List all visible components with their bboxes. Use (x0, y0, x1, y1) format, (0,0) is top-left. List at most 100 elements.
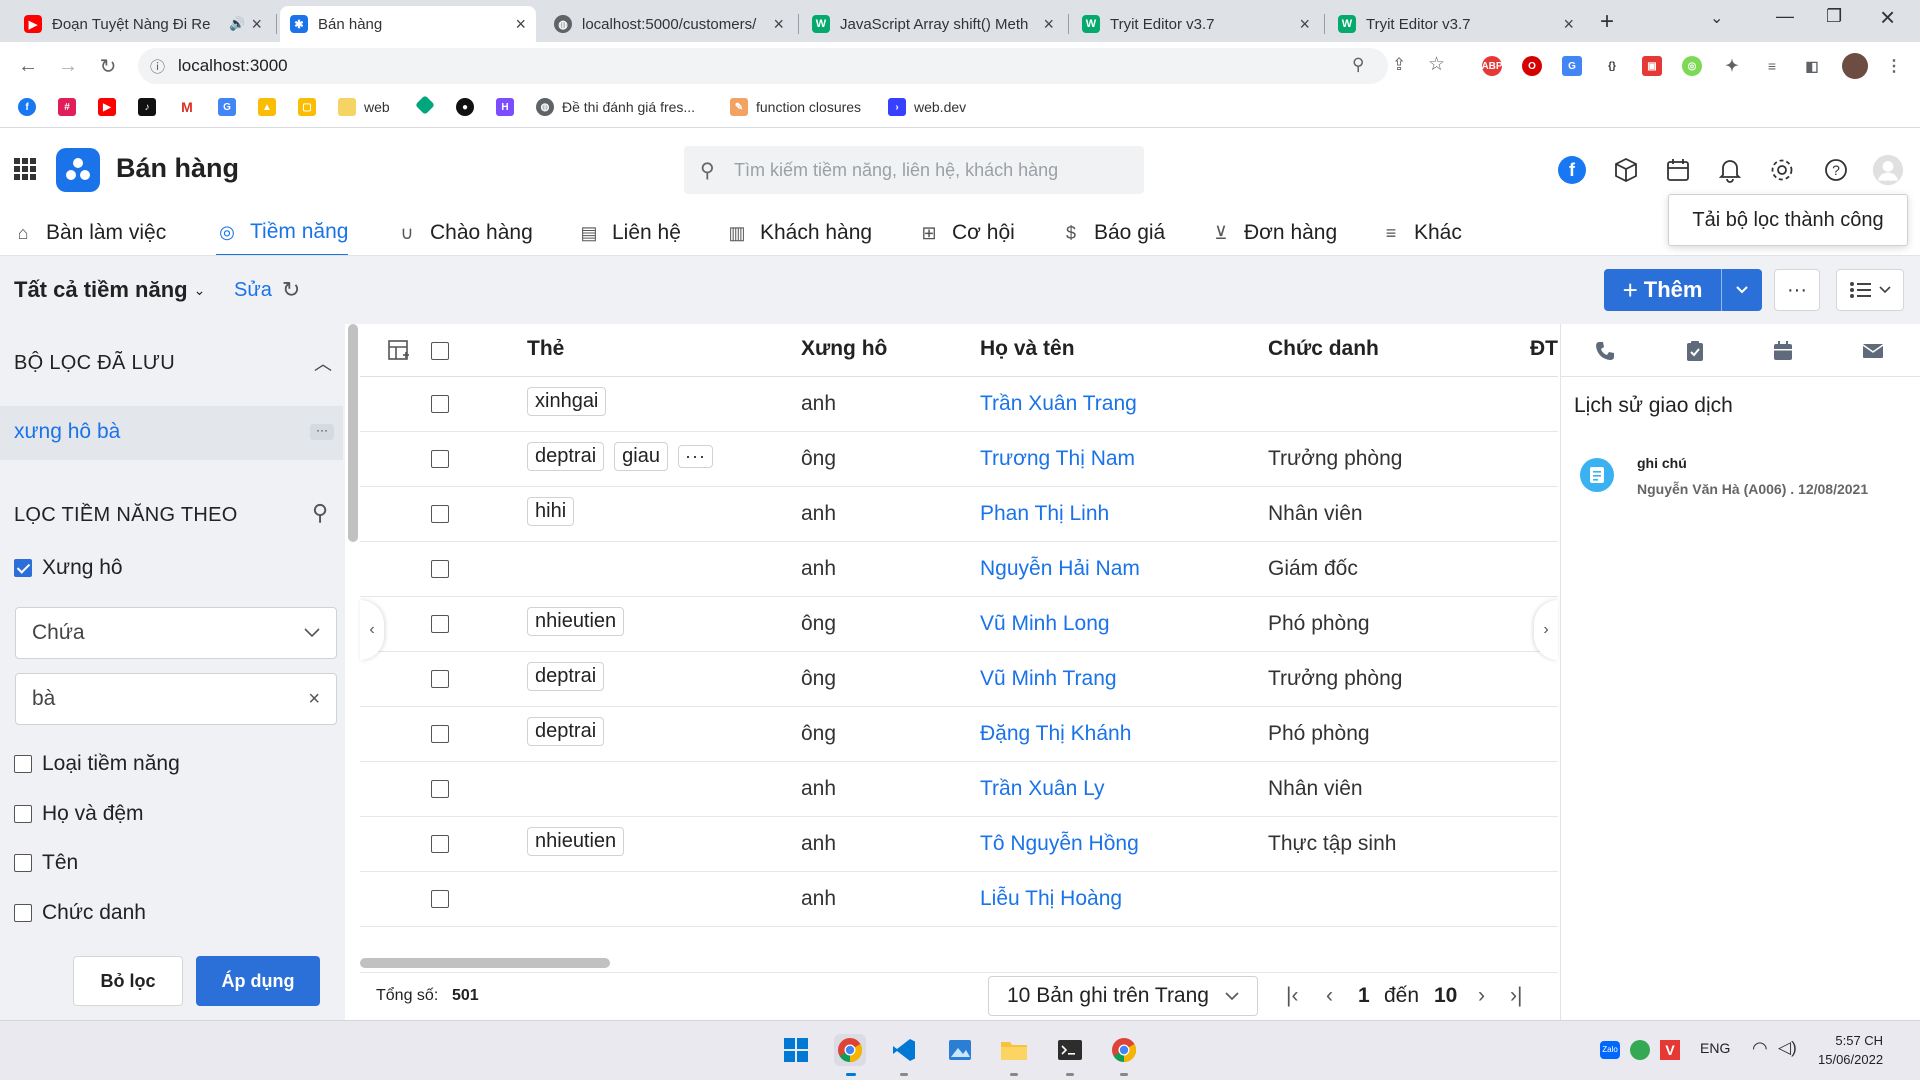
checkbox-checked[interactable] (14, 559, 32, 577)
table-row[interactable]: deptrai giau ··· ông Trương Thị Nam Trưởng ph… (360, 432, 1914, 487)
package-icon[interactable] (1610, 154, 1642, 186)
search-icon[interactable]: ⚲ (312, 500, 328, 526)
opera-icon[interactable]: O (1522, 56, 1542, 76)
close-tab-icon[interactable]: × (1043, 14, 1054, 35)
close-tab-icon[interactable]: × (515, 14, 526, 35)
nav-khach-hang[interactable]: ▥ Khách hàng (726, 210, 872, 256)
full-name-link[interactable]: Trần Xuân Trang (980, 392, 1137, 416)
tag-chip[interactable]: nhieutien (527, 607, 625, 636)
row-checkbox[interactable] (431, 505, 449, 523)
table-row[interactable]: deptrai ông Vũ Minh Trang Trưởng phòng (360, 652, 1914, 707)
saved-filter-label[interactable]: xưng hô bà (14, 420, 120, 444)
close-tab-icon[interactable]: × (1563, 14, 1574, 35)
bookmark-circle[interactable]: ● (456, 98, 482, 116)
table-row[interactable]: nhieutien ông Vũ Minh Long Phó phòng (360, 597, 1914, 652)
help-icon[interactable]: ? (1820, 154, 1852, 186)
ext-green-icon[interactable]: ◎ (1682, 56, 1702, 76)
browser-tab-tryit-2[interactable]: W Tryit Editor v3.7 × (1328, 6, 1584, 42)
column-header-chuc-danh[interactable]: Chức danh (1268, 337, 1379, 361)
row-checkbox[interactable] (431, 670, 449, 688)
nav-lien-he[interactable]: ▤ Liên hệ (578, 210, 680, 256)
edit-view-link[interactable]: Sửa ↻ (234, 277, 300, 303)
filter-field-ten[interactable]: Tên (14, 851, 78, 875)
extensions-puzzle-icon[interactable]: ✦ (1722, 56, 1742, 76)
unikey-tray-icon[interactable]: V (1660, 1040, 1680, 1060)
tag-chip[interactable]: nhieutien (527, 827, 625, 856)
clear-icon[interactable]: × (308, 688, 320, 711)
tag-chip[interactable]: hihi (527, 497, 575, 526)
minimize-button[interactable]: — (1776, 6, 1794, 27)
filter-value-input[interactable]: bà × (15, 673, 337, 725)
adblock-icon[interactable]: ABP (1481, 56, 1503, 76)
full-name-link[interactable]: Phan Thị Linh (980, 502, 1109, 526)
browser-tab-ban-hang[interactable]: ✱ Bán hàng × (280, 6, 536, 42)
reload-button[interactable]: ↻ (94, 52, 122, 80)
row-checkbox[interactable] (431, 560, 449, 578)
reading-list-icon[interactable]: ≡ (1762, 56, 1782, 76)
phone-tab-icon[interactable] (1590, 336, 1620, 366)
photos-taskbar-icon[interactable] (944, 1034, 976, 1066)
nav-khac[interactable]: ≡ Khác (1380, 210, 1462, 256)
filter-field-chuc-danh[interactable]: Chức danh (14, 901, 146, 925)
row-checkbox[interactable] (431, 780, 449, 798)
maximize-button[interactable]: ❐ (1826, 6, 1842, 27)
terminal-taskbar-icon[interactable] (1054, 1034, 1086, 1066)
full-name-link[interactable]: Trương Thị Nam (980, 447, 1135, 471)
table-row[interactable]: anh Liễu Thị Hoàng (360, 872, 1914, 927)
last-page-icon[interactable]: ›| (1510, 984, 1522, 1008)
nav-ban-lam-viec[interactable]: ⌂ Bàn làm việc (12, 210, 167, 256)
browser-tab-array-shift[interactable]: W JavaScript Array shift() Meth × (802, 6, 1064, 42)
tag-chip[interactable]: giau (614, 442, 668, 471)
global-search-input[interactable]: ⚲ Tìm kiếm tiềm năng, liên hệ, khách hàn… (684, 146, 1144, 194)
full-name-link[interactable]: Tô Nguyễn Hồng (980, 832, 1139, 856)
file-explorer-taskbar-icon[interactable] (998, 1034, 1030, 1066)
browser-menu-icon[interactable]: ⋮ (1884, 56, 1904, 76)
language-indicator[interactable]: ENG (1700, 1040, 1730, 1056)
reset-filter-button[interactable]: Bỏ lọc (73, 956, 183, 1006)
close-window-button[interactable]: × (1880, 2, 1895, 33)
filter-field-xung-ho[interactable]: Xưng hô (14, 556, 123, 580)
chrome-taskbar-icon-2[interactable] (1108, 1034, 1140, 1066)
column-header-ho-va-ten[interactable]: Họ và tên (980, 337, 1075, 361)
windows-start-icon[interactable] (780, 1034, 812, 1066)
full-name-link[interactable]: Đặng Thị Khánh (980, 722, 1131, 746)
full-name-link[interactable]: Vũ Minh Long (980, 612, 1110, 636)
new-tab-button[interactable]: + (1600, 8, 1614, 36)
bookmark-gmail[interactable]: M (178, 98, 204, 116)
nav-co-hoi[interactable]: ⊞ Cơ hội (918, 210, 1014, 256)
user-avatar-icon[interactable] (1872, 154, 1904, 186)
bookmark-translate[interactable]: G (218, 98, 244, 116)
row-checkbox[interactable] (431, 395, 449, 413)
bookmark-star-icon[interactable]: ☆ (1428, 53, 1445, 76)
bookmark-folder-web[interactable]: web (338, 98, 390, 116)
more-tags-button[interactable]: ··· (677, 445, 713, 468)
nav-tiem-nang[interactable]: ◎ Tiềm năng (216, 210, 349, 256)
json-ext-icon[interactable]: {} (1602, 56, 1622, 76)
add-button[interactable]: + Thêm (1604, 269, 1722, 311)
tag-chip[interactable]: deptrai (527, 662, 605, 691)
email-tab-icon[interactable] (1858, 336, 1888, 366)
bookmark-facebook[interactable]: f (18, 98, 44, 116)
system-clock[interactable]: 5:57 CH 15/06/2022 (1818, 1031, 1883, 1069)
table-row[interactable]: anh Nguyễn Hải Nam Giám đốc (360, 542, 1914, 597)
browser-tab-youtube[interactable]: ▶ Đoạn Tuyệt Nàng Đi Re 🔊 × (14, 6, 272, 42)
refresh-icon[interactable]: ↻ (282, 277, 300, 303)
tag-chip[interactable]: xinhgai (527, 387, 607, 416)
table-horizontal-scrollbar[interactable] (360, 958, 610, 968)
row-checkbox[interactable] (431, 450, 449, 468)
prev-page-icon[interactable]: ‹ (1326, 984, 1333, 1008)
view-selector[interactable]: Tất cả tiềm năng ⌄ (14, 277, 205, 303)
table-row[interactable]: nhieutien anh Tô Nguyễn Hồng Thực tập sinh (360, 817, 1914, 872)
more-actions-button[interactable]: ··· (1774, 269, 1820, 311)
checkbox[interactable] (14, 755, 32, 773)
checkbox[interactable] (14, 904, 32, 922)
profile-avatar[interactable] (1842, 53, 1868, 79)
settings-gear-icon[interactable] (1766, 154, 1798, 186)
table-row[interactable]: anh Trần Xuân Ly Nhân viên (360, 762, 1914, 817)
full-name-link[interactable]: Liễu Thị Hoàng (980, 887, 1122, 911)
first-page-icon[interactable]: |‹ (1286, 984, 1298, 1008)
next-page-icon[interactable]: › (1478, 984, 1485, 1008)
address-bar[interactable]: ⓘ localhost:3000 ⚲ ⇪ ☆ (138, 48, 1445, 84)
wifi-icon[interactable]: ◠ (1752, 1038, 1768, 1059)
column-header-dt[interactable]: ĐT (1530, 337, 1558, 361)
